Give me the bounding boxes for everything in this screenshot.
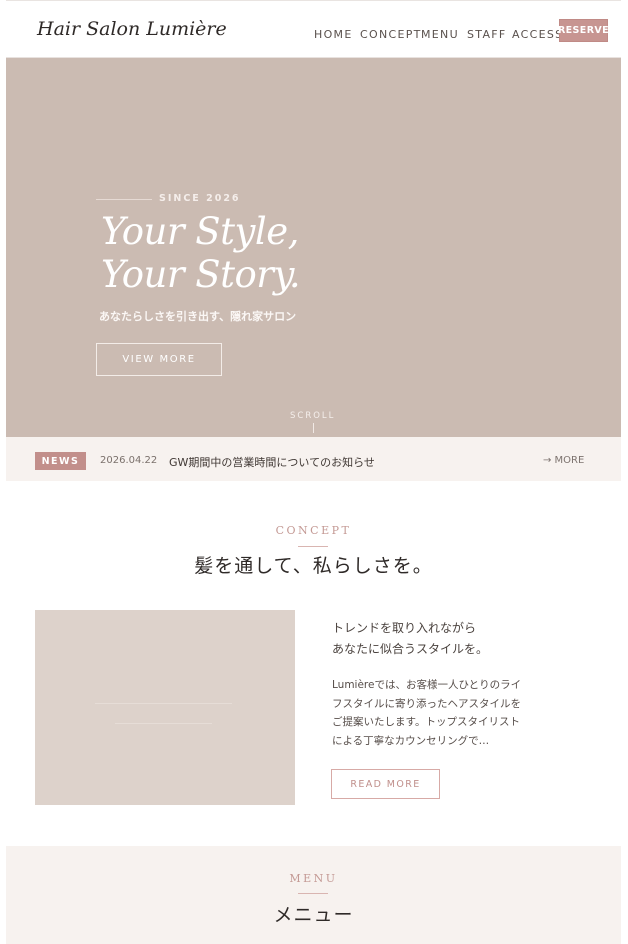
view-more-button[interactable]: VIEW MORE: [96, 343, 222, 376]
hero-headline: Your Style, Your Story.: [101, 210, 301, 296]
scroll-indicator[interactable]: SCROLL: [290, 411, 335, 421]
news-bar: NEWS 2026.04.22 GW期間中の営業時間についてのお知らせ → MO…: [6, 437, 621, 481]
image-placeholder-line: [115, 723, 212, 724]
reserve-button[interactable]: RESERVE: [558, 19, 609, 42]
news-date: 2026.04.22: [100, 455, 158, 466]
menu-divider: [298, 893, 328, 894]
scroll-line: [313, 423, 314, 433]
concept-body-line: による丁寧なカウンセリングで…: [332, 734, 490, 747]
since-divider: [96, 199, 152, 200]
concept-lead-line1: トレンドを取り入れながら: [332, 621, 477, 635]
concept-lead-line2: あなたに似合うスタイルを。: [332, 642, 489, 656]
concept-label: CONCEPT: [275, 524, 352, 537]
concept-image: [35, 610, 295, 805]
menu-label: MENU: [289, 872, 338, 885]
page: Hair Salon Lumière HOME CONCEPT MENU STA…: [6, 0, 621, 944]
nav-home[interactable]: HOME: [314, 28, 353, 41]
menu-title: メニュー: [273, 904, 354, 926]
site-header: Hair Salon Lumière HOME CONCEPT MENU STA…: [6, 0, 621, 58]
nav-access[interactable]: ACCESS: [512, 28, 563, 41]
nav-staff[interactable]: STAFF: [467, 28, 507, 41]
site-logo[interactable]: Hair Salon Lumière: [37, 18, 227, 40]
hero-headline-line2: Your Story.: [101, 253, 301, 296]
since-label: SINCE 2026: [159, 193, 241, 204]
concept-lead: トレンドを取り入れながら あなたに似合うスタイルを。: [332, 618, 488, 660]
concept-divider: [298, 546, 328, 547]
concept-title: 髪を通して、私らしさを。: [194, 555, 433, 577]
nav-concept[interactable]: CONCEPT: [360, 28, 422, 41]
concept-body: Lumièreでは、お客様一人ひとりのライ フスタイルに寄り添ったヘアスタイルを…: [332, 676, 521, 750]
concept-body-line: フスタイルに寄り添ったヘアスタイルを: [332, 697, 521, 710]
news-badge: NEWS: [35, 452, 86, 470]
concept-body-line: ご提案いたします。トップスタイリスト: [332, 716, 520, 728]
hero-tagline: あなたらしさを引き出す、隠れ家サロン: [99, 310, 297, 323]
image-placeholder-line: [95, 703, 232, 704]
hero-section: SINCE 2026 Your Style, Your Story. あなたらし…: [6, 58, 621, 437]
news-title-link[interactable]: GW期間中の営業時間についてのお知らせ: [169, 454, 375, 470]
hero-headline-line1: Your Style,: [101, 210, 299, 253]
menu-section: MENU メニュー: [6, 846, 621, 944]
read-more-button[interactable]: READ MORE: [331, 769, 440, 799]
concept-body-line: Lumièreでは、お客様一人ひとりのライ: [332, 679, 522, 691]
news-more-link[interactable]: → MORE: [543, 455, 584, 466]
nav-menu[interactable]: MENU: [421, 28, 459, 41]
